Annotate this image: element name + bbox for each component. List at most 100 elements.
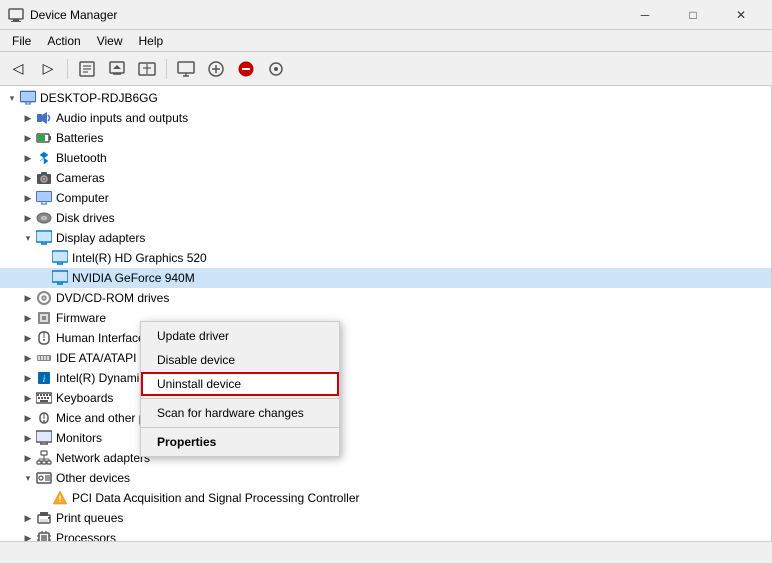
computer-icon	[20, 90, 36, 106]
device-tree[interactable]: ▾ DESKTOP-RDJB6GG ▶	[0, 86, 772, 541]
update-driver-button[interactable]	[103, 56, 131, 82]
tree-batteries[interactable]: ▶ Batteries	[0, 128, 771, 148]
expand-diskdrives[interactable]: ▶	[20, 210, 36, 226]
root-label: DESKTOP-RDJB6GG	[40, 91, 158, 105]
expand-networkadapters[interactable]: ▶	[20, 450, 36, 466]
dvd-icon	[36, 290, 52, 306]
tree-audio[interactable]: ▶ Audio inputs and outputs	[0, 108, 771, 128]
expand-inteldynamic[interactable]: ▶	[20, 370, 36, 386]
menu-file[interactable]: File	[4, 32, 39, 50]
hid-icon	[36, 330, 52, 346]
expand-printqueues[interactable]: ▶	[20, 510, 36, 526]
tree-pcidataacq[interactable]: ▶ ! PCI Data Acquisition and Signal Proc…	[0, 488, 771, 508]
expand-dvdcdrom[interactable]: ▶	[20, 290, 36, 306]
tree-printqueues[interactable]: ▶ Print queues	[0, 508, 771, 528]
tree-dvdcdrom[interactable]: ▶ DVD/CD-ROM drives	[0, 288, 771, 308]
toolbar-separator-1	[67, 59, 68, 79]
tree-firmware[interactable]: ▶ Firmware	[0, 308, 771, 328]
back-button[interactable]: ◁	[4, 56, 32, 82]
expand-otherdevices[interactable]: ▾	[20, 470, 36, 486]
ctx-properties[interactable]: Properties	[141, 430, 339, 454]
tree-monitors[interactable]: ▶ Monitors	[0, 428, 771, 448]
ctx-uninstall-device[interactable]: Uninstall device	[141, 372, 339, 396]
ctx-update-driver[interactable]: Update driver	[141, 324, 339, 348]
menu-help[interactable]: Help	[131, 32, 172, 50]
tree-root[interactable]: ▾ DESKTOP-RDJB6GG	[0, 88, 771, 108]
processors-label: Processors	[56, 531, 116, 541]
close-button[interactable]: ✕	[718, 0, 764, 30]
audio-icon	[36, 110, 52, 126]
menu-view[interactable]: View	[89, 32, 131, 50]
toolbar: ◁ ▷	[0, 52, 772, 86]
monitor-button[interactable]	[172, 56, 200, 82]
tree-intelgpu[interactable]: ▶ Intel(R) HD Graphics 520	[0, 248, 771, 268]
tree-diskdrives[interactable]: ▶ Disk drives	[0, 208, 771, 228]
ctx-scan-changes[interactable]: Scan for hardware changes	[141, 401, 339, 425]
tree-processors[interactable]: ▶ Processors	[0, 528, 771, 541]
audio-label: Audio inputs and outputs	[56, 111, 188, 125]
expand-keyboards[interactable]: ▶	[20, 390, 36, 406]
monitors-label: Monitors	[56, 431, 102, 445]
bluetooth-icon	[36, 150, 52, 166]
tree-nvidiagpu[interactable]: ▶ NVIDIA GeForce 940M	[0, 268, 771, 288]
monitor-icon	[36, 430, 52, 446]
maximize-button[interactable]: □	[670, 0, 716, 30]
expand-humaninterface[interactable]: ▶	[20, 330, 36, 346]
pcidataacq-label: PCI Data Acquisition and Signal Processi…	[72, 491, 359, 505]
properties-button[interactable]	[73, 56, 101, 82]
networkadapters-label: Network adapters	[56, 451, 150, 465]
expand-cameras[interactable]: ▶	[20, 170, 36, 186]
svg-text:!: !	[59, 494, 62, 504]
menu-action[interactable]: Action	[39, 32, 88, 50]
scan-hardware-button[interactable]	[133, 56, 161, 82]
diskdrives-label: Disk drives	[56, 211, 115, 225]
minimize-button[interactable]: ─	[622, 0, 668, 30]
window-title: Device Manager	[30, 8, 622, 22]
expand-processors[interactable]: ▶	[20, 530, 36, 541]
context-menu: Update driver Disable device Uninstall d…	[140, 321, 340, 457]
nvidiagpu-icon	[52, 270, 68, 286]
intel-icon: i	[36, 370, 52, 386]
tree-bluetooth[interactable]: ▶ Bluetooth	[0, 148, 771, 168]
main-content: ▾ DESKTOP-RDJB6GG ▶	[0, 86, 772, 541]
tree-keyboards[interactable]: ▶ Keyboards	[0, 388, 771, 408]
tree-humaninterface[interactable]: ▶ Human Interface Devices	[0, 328, 771, 348]
uninstall-button[interactable]	[232, 56, 260, 82]
window-controls: ─ □ ✕	[622, 0, 764, 30]
tree-otherdevices[interactable]: ▾ Other devices	[0, 468, 771, 488]
display-icon	[36, 230, 52, 246]
add-device-button[interactable]	[202, 56, 230, 82]
expand-root[interactable]: ▾	[4, 90, 20, 106]
ctx-disable-device[interactable]: Disable device	[141, 348, 339, 372]
bluetooth-label: Bluetooth	[56, 151, 107, 165]
tree-networkadapters[interactable]: ▶ Network adapters	[0, 448, 771, 468]
expand-monitors[interactable]: ▶	[20, 430, 36, 446]
tree-cameras[interactable]: ▶ Cameras	[0, 168, 771, 188]
status-bar	[0, 541, 772, 563]
tree-miceother[interactable]: ▶ Mice and other pointing...	[0, 408, 771, 428]
expand-ideata[interactable]: ▶	[20, 350, 36, 366]
expand-displayadapters[interactable]: ▾	[20, 230, 36, 246]
tree-displayadapters[interactable]: ▾ Display adapters	[0, 228, 771, 248]
forward-button[interactable]: ▷	[34, 56, 62, 82]
expand-bluetooth[interactable]: ▶	[20, 150, 36, 166]
app-icon	[8, 7, 24, 23]
ide-icon	[36, 350, 52, 366]
menu-bar: File Action View Help	[0, 30, 772, 52]
expand-firmware[interactable]: ▶	[20, 310, 36, 326]
network-icon	[36, 450, 52, 466]
tree-ideata[interactable]: ▶ IDE ATA/ATAPI controllers	[0, 348, 771, 368]
printqueues-label: Print queues	[56, 511, 123, 525]
tree-inteldynamic[interactable]: ▶ i Intel(R) Dynamic Platform...	[0, 368, 771, 388]
expand-audio[interactable]: ▶	[20, 110, 36, 126]
tree-computer[interactable]: ▶ Computer	[0, 188, 771, 208]
disk-icon	[36, 210, 52, 226]
processor-icon	[36, 530, 52, 541]
batteries-label: Batteries	[56, 131, 103, 145]
refresh-button[interactable]	[262, 56, 290, 82]
keyboards-label: Keyboards	[56, 391, 113, 405]
firmware-label: Firmware	[56, 311, 106, 325]
expand-batteries[interactable]: ▶	[20, 130, 36, 146]
expand-computer[interactable]: ▶	[20, 190, 36, 206]
expand-miceother[interactable]: ▶	[20, 410, 36, 426]
